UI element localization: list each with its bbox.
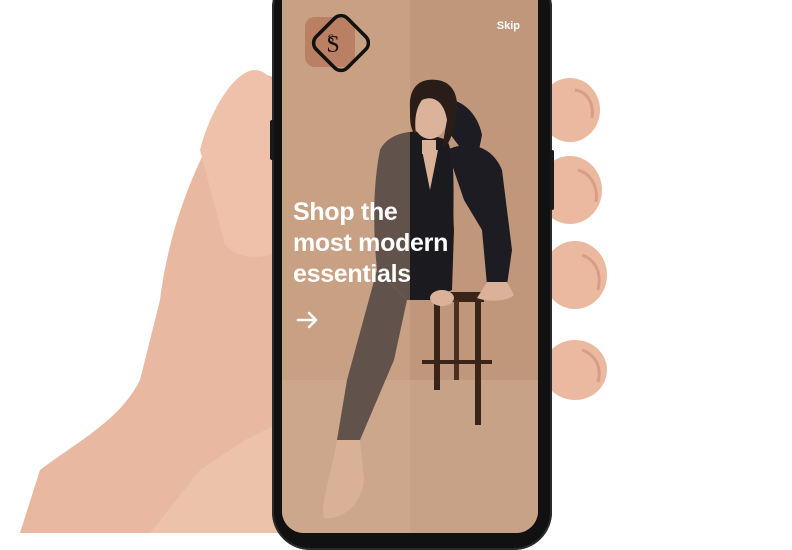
- headline-line-1: Shop the: [293, 198, 398, 226]
- onboarding-headline: Shop the most modern essentials: [293, 197, 448, 290]
- arrow-right-icon: [296, 311, 318, 329]
- svg-text:S: S: [328, 31, 335, 45]
- side-button: [550, 150, 554, 210]
- headline-line-3: essentials: [293, 260, 411, 288]
- phone-screen: S S Skip Shop the most modern essentials: [282, 0, 538, 533]
- volume-button: [270, 120, 274, 160]
- skip-button[interactable]: Skip: [497, 20, 520, 32]
- logo: S S: [305, 13, 370, 73]
- next-button[interactable]: [294, 306, 322, 334]
- headline-line-2: most modern: [293, 229, 449, 257]
